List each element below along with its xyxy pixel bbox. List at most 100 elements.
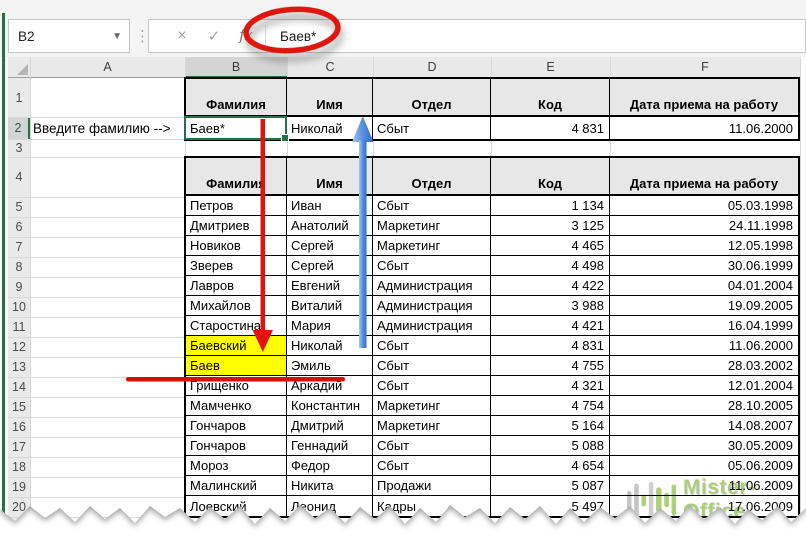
employee-cell[interactable]: Гончаров xyxy=(186,416,287,436)
employee-cell[interactable]: 16.04.1999 xyxy=(610,316,798,336)
employee-cell[interactable]: Сбыт xyxy=(373,256,491,276)
employee-cell[interactable]: Администрация xyxy=(373,316,491,336)
employee-cell[interactable]: Мария xyxy=(287,316,373,336)
employee-cell[interactable]: 3 125 xyxy=(491,216,610,236)
employee-cell[interactable]: Грищенко xyxy=(186,376,287,396)
employee-cell[interactable]: Мамченко xyxy=(186,396,287,416)
header-cell[interactable]: Имя xyxy=(287,158,373,196)
employee-cell[interactable]: Лоевский xyxy=(186,496,287,516)
employee-cell[interactable]: Баев xyxy=(186,356,287,376)
row-header-5[interactable]: 5 xyxy=(8,197,30,217)
employee-cell[interactable]: Леонид xyxy=(287,496,373,516)
employee-cell[interactable]: 4 755 xyxy=(491,356,610,376)
employee-cell[interactable]: 1 134 xyxy=(491,196,610,216)
employee-cell[interactable]: Виталий xyxy=(287,296,373,316)
employee-cell[interactable]: 12.01.2004 xyxy=(610,376,798,396)
row-header-3[interactable]: 3 xyxy=(8,139,30,157)
employee-cell[interactable]: Николай xyxy=(287,336,373,356)
employee-cell[interactable]: Сергей xyxy=(287,256,373,276)
header-cell[interactable]: Фамилия xyxy=(186,158,287,196)
select-all-button[interactable] xyxy=(8,57,30,77)
result-cell-code[interactable]: 4 831 xyxy=(491,117,610,139)
employee-cell[interactable]: 4 422 xyxy=(491,276,610,296)
enter-icon[interactable]: ✓ xyxy=(201,27,227,45)
row-header-16[interactable]: 16 xyxy=(8,417,30,437)
employee-cell[interactable]: Сбыт xyxy=(373,336,491,356)
employee-cell[interactable]: Новиков xyxy=(186,236,287,256)
employee-cell[interactable]: 4 498 xyxy=(491,256,610,276)
header-cell[interactable]: Фамилия xyxy=(186,79,287,117)
employee-cell[interactable]: 4 754 xyxy=(491,396,610,416)
employee-cell[interactable]: 11.06.2000 xyxy=(610,336,798,356)
employee-cell[interactable]: 30.05.2009 xyxy=(610,436,798,456)
row-header-9[interactable]: 9 xyxy=(8,277,30,297)
employee-cell[interactable]: Лавров xyxy=(186,276,287,296)
employee-cell[interactable]: Константин xyxy=(287,396,373,416)
employee-cell[interactable]: Маркетинг xyxy=(373,216,491,236)
row-header-8[interactable]: 8 xyxy=(8,257,30,277)
employee-cell[interactable]: Сбыт xyxy=(373,356,491,376)
result-cell-dept[interactable]: Сбыт xyxy=(373,117,491,139)
column-header-d[interactable]: D xyxy=(373,57,491,77)
formula-bar[interactable]: × ✓ fx Баев* xyxy=(148,19,806,53)
result-cell-surname[interactable]: Баев* xyxy=(186,117,287,139)
column-header-f[interactable]: F xyxy=(610,57,800,77)
employee-cell[interactable]: Дмитрий xyxy=(287,416,373,436)
employee-cell[interactable]: 12.05.1998 xyxy=(610,236,798,256)
employee-cell[interactable]: Кадры xyxy=(373,496,491,516)
employee-cell[interactable]: Малинский xyxy=(186,476,287,496)
employee-cell[interactable]: Старостина xyxy=(186,316,287,336)
row-header-10[interactable]: 10 xyxy=(8,297,30,317)
employee-cell[interactable]: 4 421 xyxy=(491,316,610,336)
row-header-20[interactable]: 20 xyxy=(8,497,30,517)
row-header-4[interactable]: 4 xyxy=(8,157,30,197)
employee-cell[interactable]: Маркетинг xyxy=(373,236,491,256)
header-cell[interactable]: Имя xyxy=(287,79,373,117)
row-header-11[interactable]: 11 xyxy=(8,317,30,337)
employee-cell[interactable]: Сергей xyxy=(287,236,373,256)
row-header-14[interactable]: 14 xyxy=(8,377,30,397)
employee-cell[interactable]: 4 831 xyxy=(491,336,610,356)
row-header-15[interactable]: 15 xyxy=(8,397,30,417)
employee-cell[interactable]: Продажи xyxy=(373,476,491,496)
formula-input[interactable]: Баев* xyxy=(272,29,316,44)
cancel-icon[interactable]: × xyxy=(169,27,195,45)
employee-cell[interactable]: 17.06.2009 xyxy=(610,496,798,516)
employee-cell[interactable]: 30.06.1999 xyxy=(610,256,798,276)
employee-cell[interactable]: Зверев xyxy=(186,256,287,276)
employee-cell[interactable]: Аркадий xyxy=(287,376,373,396)
result-cell-date[interactable]: 11.06.2000 xyxy=(610,117,798,139)
employee-cell[interactable]: Сбыт xyxy=(373,456,491,476)
employee-cell[interactable]: 24.11.1998 xyxy=(610,216,798,236)
employee-cell[interactable]: Мороз xyxy=(186,456,287,476)
row-header-19[interactable]: 19 xyxy=(8,477,30,497)
employee-cell[interactable]: 5 164 xyxy=(491,416,610,436)
row-header-17[interactable]: 17 xyxy=(8,437,30,457)
employee-cell[interactable]: Эмиль xyxy=(287,356,373,376)
row-header-7[interactable]: 7 xyxy=(8,237,30,257)
column-header-b[interactable]: B xyxy=(185,57,287,78)
employee-cell[interactable]: Иван xyxy=(287,196,373,216)
row-header-2[interactable]: 2 xyxy=(8,117,30,139)
row-header-1[interactable]: 1 xyxy=(8,78,30,117)
employee-cell[interactable]: Администрация xyxy=(373,296,491,316)
header-cell[interactable]: Дата приема на работу xyxy=(610,158,798,196)
employee-cell[interactable]: Сбыт xyxy=(373,196,491,216)
employee-cell[interactable]: 28.10.2005 xyxy=(610,396,798,416)
result-cell-name[interactable]: Николай xyxy=(287,117,373,139)
employee-cell[interactable]: Дмитриев xyxy=(186,216,287,236)
employee-cell[interactable]: 05.03.1998 xyxy=(610,196,798,216)
insert-function-icon[interactable]: fx xyxy=(231,28,261,44)
employee-cell[interactable]: Петров xyxy=(186,196,287,216)
employee-cell[interactable]: Федор xyxy=(287,456,373,476)
employee-cell[interactable]: Гончаров xyxy=(186,436,287,456)
employee-cell[interactable]: Никита xyxy=(287,476,373,496)
column-header-a[interactable]: A xyxy=(30,57,185,77)
employee-cell[interactable]: Сбыт xyxy=(373,436,491,456)
employee-cell[interactable]: 28.03.2002 xyxy=(610,356,798,376)
employee-cell[interactable]: Геннадий xyxy=(287,436,373,456)
employee-cell[interactable]: 3 988 xyxy=(491,296,610,316)
column-header-e[interactable]: E xyxy=(491,57,610,77)
header-cell[interactable]: Отдел xyxy=(373,79,491,117)
employee-cell[interactable]: 19.09.2005 xyxy=(610,296,798,316)
